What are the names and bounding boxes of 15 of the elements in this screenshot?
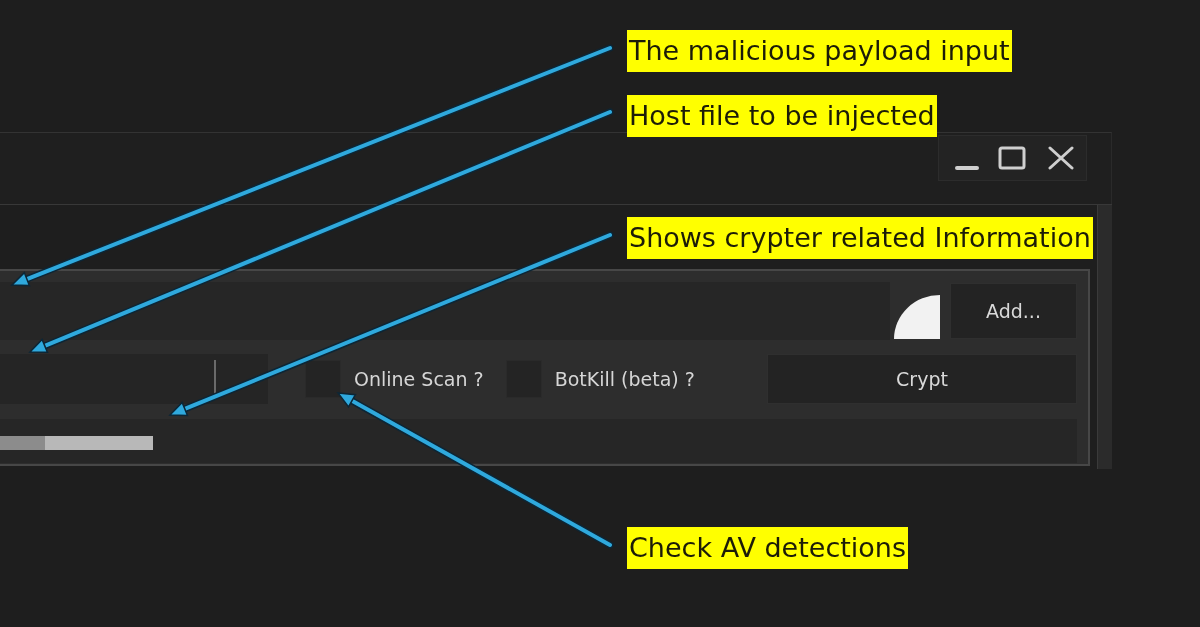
payload-input-field[interactable] <box>0 282 890 340</box>
add-button[interactable]: Add... <box>950 283 1077 339</box>
checkbox[interactable] <box>305 360 341 398</box>
minimize-icon[interactable] <box>955 166 979 170</box>
checkbox-label: Online Scan ? <box>354 368 484 390</box>
checkbox-label: BotKill (beta) ? <box>554 368 695 390</box>
maximize-icon[interactable] <box>998 146 1026 170</box>
callout-label: Host file to be injected <box>627 95 937 137</box>
crypt-button[interactable]: Crypt <box>767 354 1077 404</box>
close-icon[interactable] <box>1048 146 1074 170</box>
host-file-field[interactable] <box>0 354 268 404</box>
callout-label: Shows crypter related Information <box>627 217 1093 259</box>
callout-label: The malicious payload input <box>627 30 1012 72</box>
callout-label: Check AV detections <box>627 527 908 569</box>
scrollbar-thumb[interactable] <box>0 436 153 450</box>
